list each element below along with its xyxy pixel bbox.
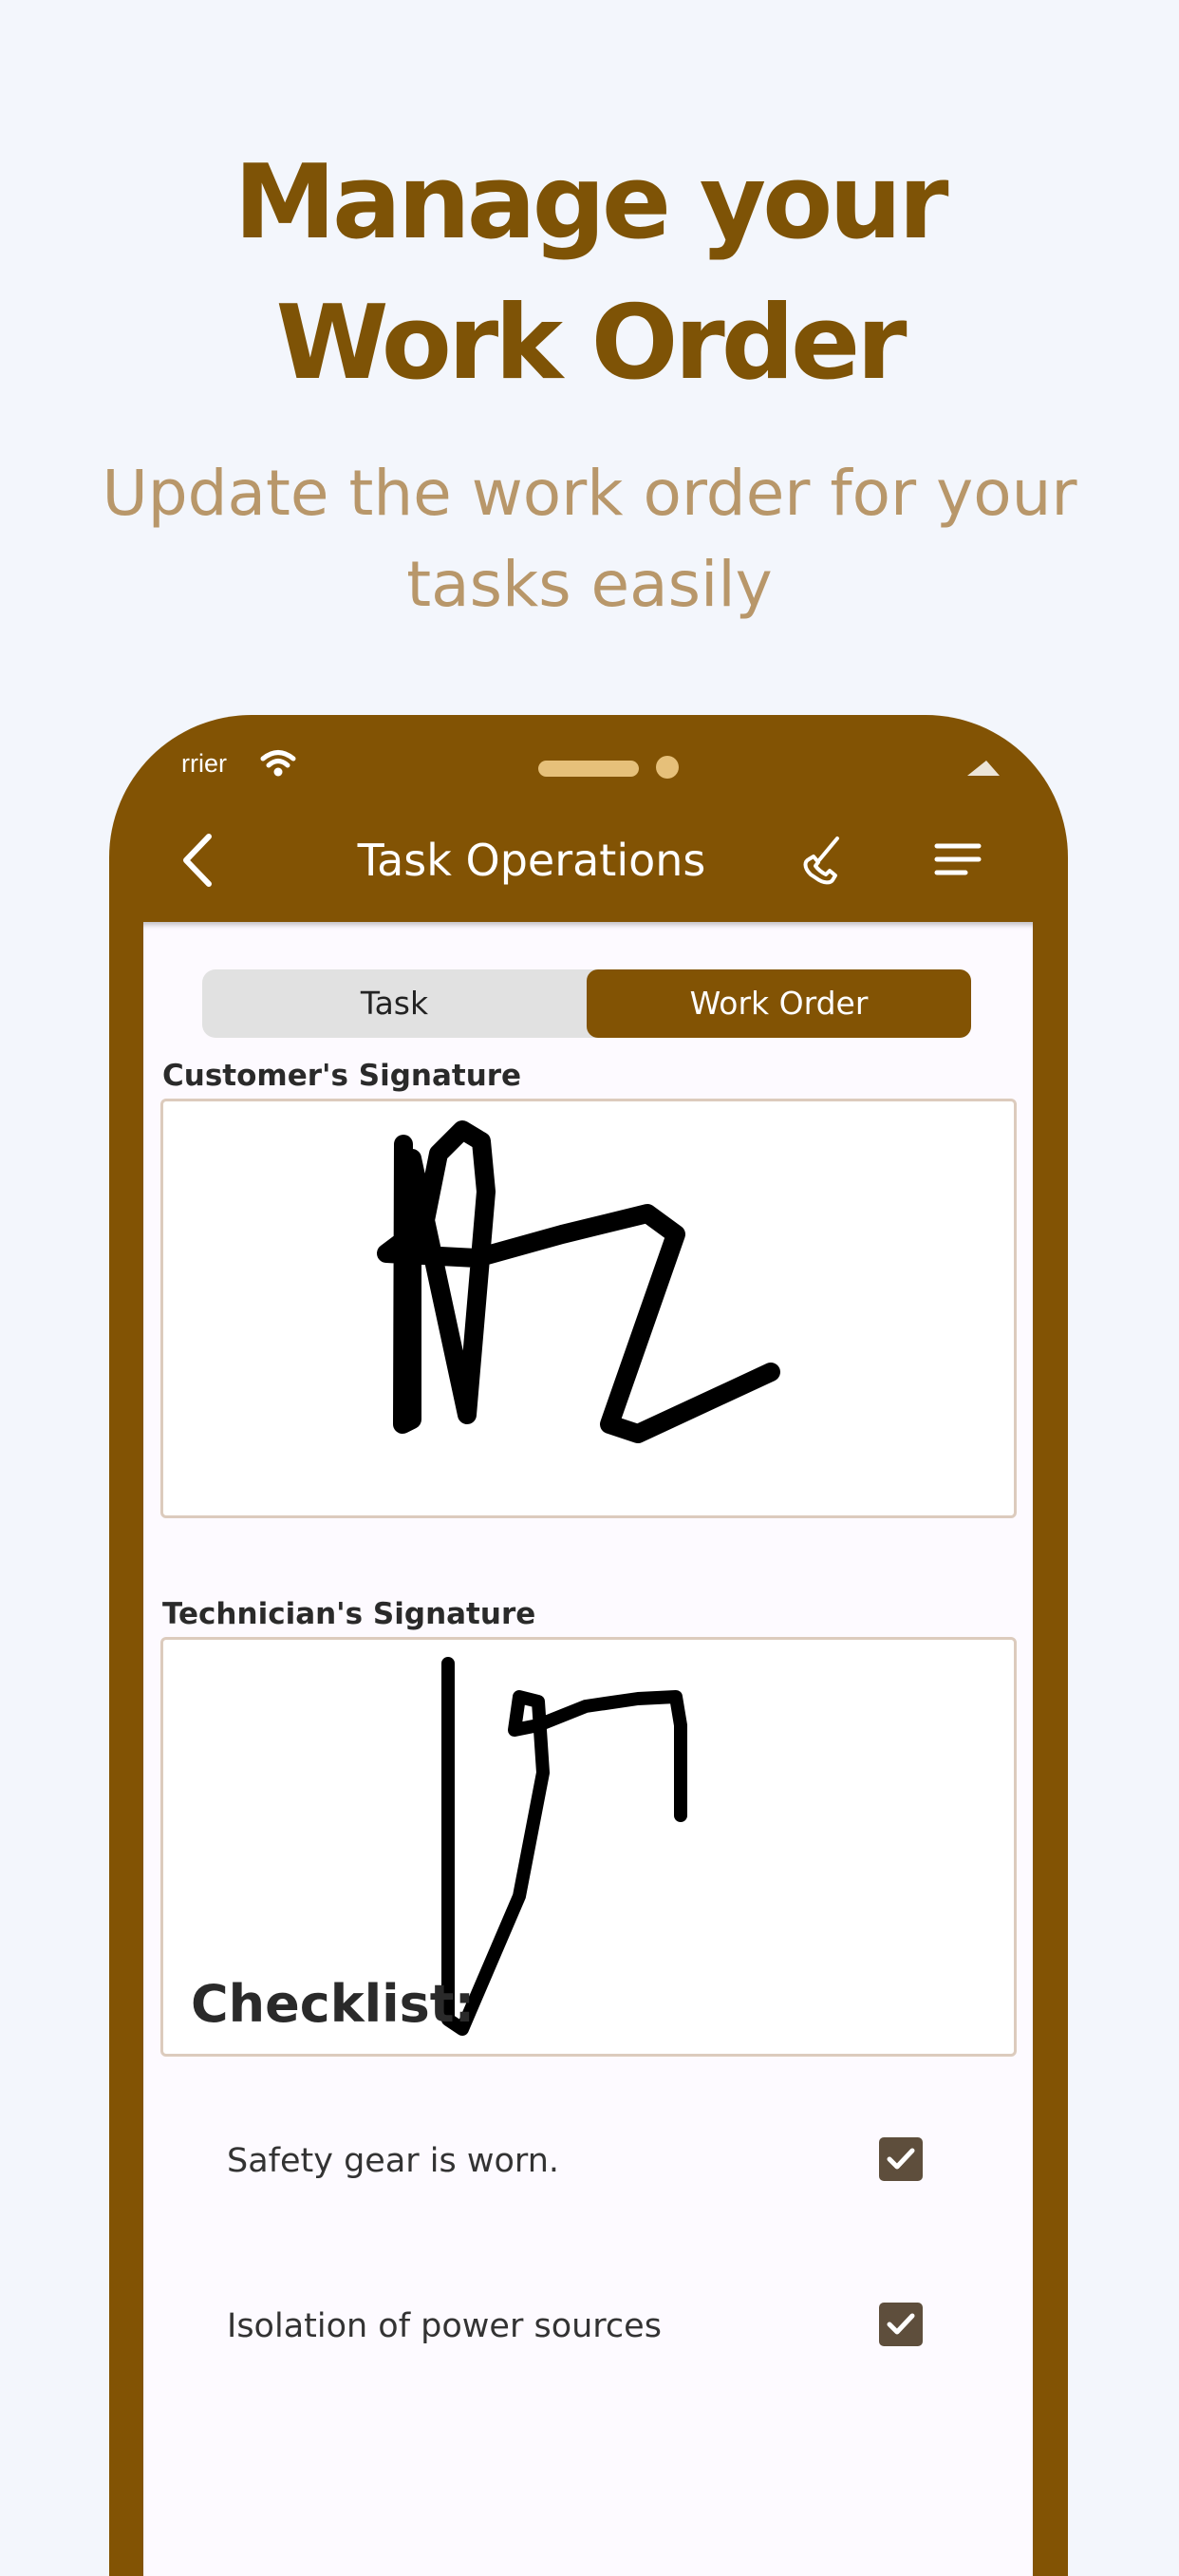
nav-title: Task Operations bbox=[357, 835, 706, 886]
technician-signature-label: Technician's Signature bbox=[162, 1597, 536, 1631]
phone-icon[interactable] bbox=[797, 833, 851, 886]
checklist-item: Isolation of power sources bbox=[143, 2289, 1033, 2365]
checklist-checkbox[interactable] bbox=[879, 2137, 923, 2181]
menu-icon[interactable] bbox=[933, 838, 982, 880]
tab-work-order[interactable]: Work Order bbox=[587, 969, 971, 1038]
work-order-content: Task Work Order Customer's Signature Tec… bbox=[143, 922, 1033, 2576]
customer-signature-pad[interactable] bbox=[160, 1099, 1017, 1518]
headline-line-1: Manage your bbox=[234, 143, 948, 262]
phone-mockup: rrier Task Operations Task Work Order Cu… bbox=[109, 715, 1068, 2576]
marketing-subheadline: Update the work order for your tasks eas… bbox=[102, 457, 1077, 621]
customer-signature-stroke bbox=[377, 1120, 780, 1443]
checkmark-icon bbox=[887, 2148, 915, 2170]
status-carrier: rrier bbox=[181, 749, 227, 778]
checklist-checkbox[interactable] bbox=[879, 2303, 923, 2346]
checklist-item-label: Isolation of power sources bbox=[227, 2307, 662, 2345]
task-workorder-toggle: Task Work Order bbox=[202, 969, 971, 1038]
checklist-item: Safety gear is worn. bbox=[143, 2124, 1033, 2200]
notch-speaker bbox=[538, 761, 639, 777]
checklist-title: Checklist: bbox=[191, 1974, 476, 2034]
headline-line-2: Work Order bbox=[275, 284, 907, 403]
tab-task[interactable]: Task bbox=[202, 969, 587, 1038]
back-chevron-icon[interactable] bbox=[171, 829, 224, 892]
notch-camera bbox=[656, 756, 679, 779]
marketing-headline: Manage your Work Order bbox=[0, 133, 1179, 414]
checklist-item-label: Safety gear is worn. bbox=[227, 2142, 559, 2180]
checkmark-icon bbox=[887, 2313, 915, 2335]
customer-signature-label: Customer's Signature bbox=[162, 1059, 522, 1093]
wifi-icon bbox=[260, 750, 296, 777]
battery-icon bbox=[967, 761, 1000, 776]
